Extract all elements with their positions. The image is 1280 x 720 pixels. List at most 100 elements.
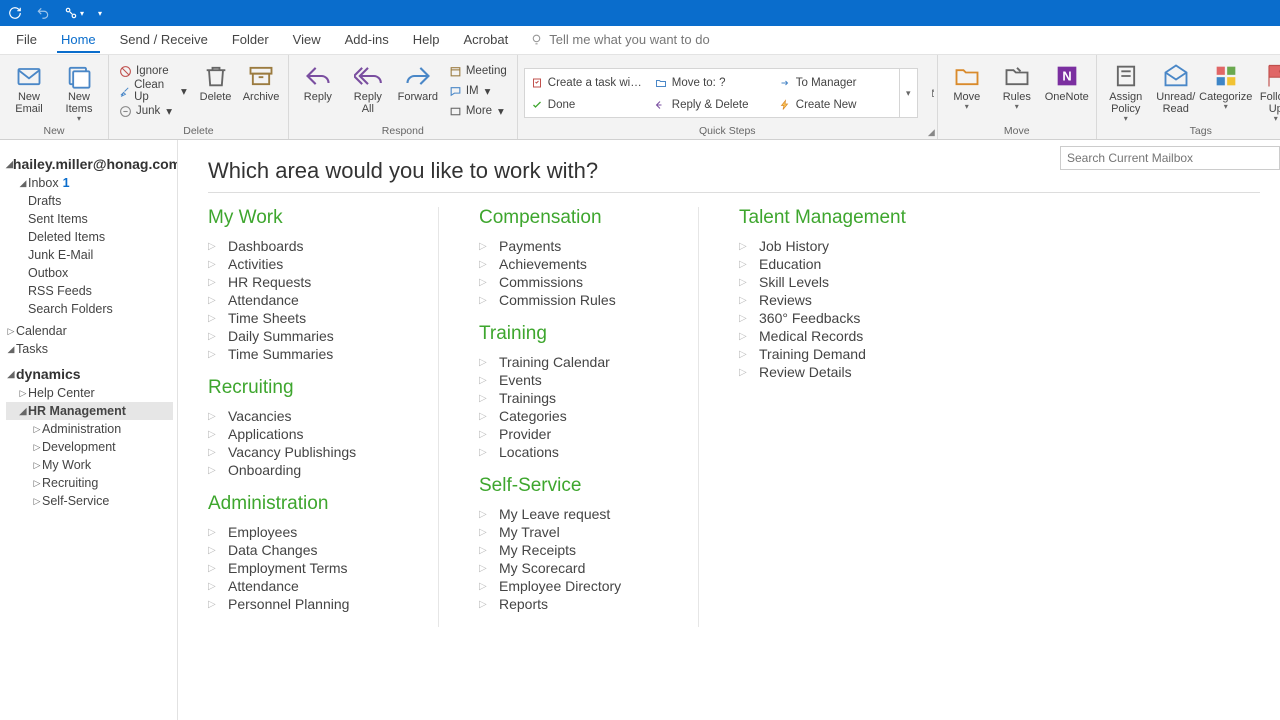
ignore-button[interactable]: Ignore — [115, 61, 191, 81]
quickstep-to-manager[interactable]: To Manager — [776, 76, 896, 90]
quickstep-move-to[interactable]: Move to: ? — [652, 76, 772, 90]
tab-addins[interactable]: Add-ins — [333, 27, 401, 53]
onenote-button[interactable]: N OneNote — [1044, 61, 1090, 103]
unread-read-button[interactable]: Unread/ Read — [1153, 61, 1199, 115]
list-item[interactable]: ▷My Scorecard — [479, 559, 668, 577]
folder-junk[interactable]: Junk E-Mail — [6, 246, 173, 264]
quickstep-reply-delete[interactable]: Reply & Delete — [652, 98, 772, 112]
quickstep-team-email[interactable]: Team Email — [928, 86, 934, 100]
forward-button[interactable]: Forward — [395, 61, 441, 103]
list-item[interactable]: ▷Activities — [208, 255, 408, 273]
list-item[interactable]: ▷Events — [479, 371, 668, 389]
quickstep-done[interactable]: Done — [528, 98, 648, 112]
assign-policy-button[interactable]: Assign Policy▾ — [1103, 61, 1149, 124]
meeting-button[interactable]: Meeting — [445, 61, 511, 81]
quicksteps-gallery[interactable]: Create a task wi… Move to: ? To Manager … — [524, 68, 918, 118]
list-item[interactable]: ▷Time Sheets — [208, 309, 408, 327]
folder-administration[interactable]: ▷Administration — [6, 420, 173, 438]
archive-button[interactable]: Archive — [240, 61, 282, 103]
list-item[interactable]: ▷Commission Rules — [479, 291, 668, 309]
list-item[interactable]: ▷My Travel — [479, 523, 668, 541]
list-item[interactable]: ▷Skill Levels — [739, 273, 1250, 291]
quickstep-create-task[interactable]: Create a task wi… — [528, 76, 648, 90]
quicksteps-launcher-icon[interactable]: ◢ — [928, 127, 935, 138]
categorize-button[interactable]: Categorize▾ — [1203, 61, 1249, 112]
list-item[interactable]: ▷Time Summaries — [208, 345, 408, 363]
list-item[interactable]: ▷Achievements — [479, 255, 668, 273]
list-item[interactable]: ▷Reviews — [739, 291, 1250, 309]
search-mailbox[interactable] — [1060, 146, 1280, 170]
list-item[interactable]: ▷Locations — [479, 443, 668, 461]
respond-more-button[interactable]: More▾ — [445, 101, 511, 121]
tab-send-receive[interactable]: Send / Receive — [108, 27, 220, 53]
list-item[interactable]: ▷Attendance — [208, 291, 408, 309]
list-item[interactable]: ▷HR Requests — [208, 273, 408, 291]
tab-home[interactable]: Home — [49, 27, 108, 53]
list-item[interactable]: ▷Onboarding — [208, 461, 408, 479]
new-items-button[interactable]: New Items▾ — [56, 61, 102, 124]
list-item[interactable]: ▷360° Feedbacks — [739, 309, 1250, 327]
dynamics-node[interactable]: ◢dynamics — [6, 364, 173, 384]
list-item[interactable]: ▷Payments — [479, 237, 668, 255]
account-node[interactable]: ◢hailey.miller@honag.com — [6, 154, 173, 174]
tab-acrobat[interactable]: Acrobat — [451, 27, 520, 53]
reply-all-button[interactable]: Reply All — [345, 61, 391, 115]
junk-button[interactable]: Junk▾ — [115, 101, 191, 121]
list-item[interactable]: ▷Employees — [208, 523, 408, 541]
list-item[interactable]: ▷Medical Records — [739, 327, 1250, 345]
folder-inbox[interactable]: ◢Inbox1 — [6, 174, 173, 192]
quickstep-create-new[interactable]: Create New — [776, 98, 896, 112]
reply-button[interactable]: Reply — [295, 61, 341, 103]
list-item[interactable]: ▷Categories — [479, 407, 668, 425]
folder-my-work[interactable]: ▷My Work — [6, 456, 173, 474]
cleanup-button[interactable]: Clean Up▾ — [115, 81, 191, 101]
list-item[interactable]: ▷Applications — [208, 425, 408, 443]
list-item[interactable]: ▷Personnel Planning — [208, 595, 408, 613]
folder-search-folders[interactable]: Search Folders — [6, 300, 173, 318]
list-item[interactable]: ▷Training Demand — [739, 345, 1250, 363]
quicksteps-expand-icon[interactable]: ▾ — [900, 68, 918, 118]
list-item[interactable]: ▷Review Details — [739, 363, 1250, 381]
delete-button[interactable]: Delete — [195, 61, 237, 103]
list-item[interactable]: ▷Employee Directory — [479, 577, 668, 595]
list-item[interactable]: ▷Vacancy Publishings — [208, 443, 408, 461]
tab-folder[interactable]: Folder — [220, 27, 281, 53]
sync-icon[interactable] — [8, 6, 22, 20]
list-item[interactable]: ▷Trainings — [479, 389, 668, 407]
list-item[interactable]: ▷Job History — [739, 237, 1250, 255]
tab-help[interactable]: Help — [401, 27, 452, 53]
folder-help-center[interactable]: ▷Help Center — [6, 384, 173, 402]
folder-self-service[interactable]: ▷Self-Service — [6, 492, 173, 510]
tab-file[interactable]: File — [4, 27, 49, 53]
list-item[interactable]: ▷My Leave request — [479, 505, 668, 523]
list-item[interactable]: ▷Daily Summaries — [208, 327, 408, 345]
new-email-button[interactable]: New Email — [6, 61, 52, 115]
folder-tasks[interactable]: ◢Tasks — [6, 340, 173, 358]
folder-drafts[interactable]: Drafts — [6, 192, 173, 210]
follow-up-button[interactable]: Follow Up▾ — [1253, 61, 1280, 124]
list-item[interactable]: ▷Attendance — [208, 577, 408, 595]
list-item[interactable]: ▷Training Calendar — [479, 353, 668, 371]
undo-icon[interactable] — [36, 6, 50, 20]
list-item[interactable]: ▷Provider — [479, 425, 668, 443]
list-item[interactable]: ▷Education — [739, 255, 1250, 273]
im-button[interactable]: IM▾ — [445, 81, 511, 101]
list-item[interactable]: ▷Employment Terms — [208, 559, 408, 577]
list-item[interactable]: ▷Vacancies — [208, 407, 408, 425]
list-item[interactable]: ▷My Receipts — [479, 541, 668, 559]
folder-development[interactable]: ▷Development — [6, 438, 173, 456]
touch-mode-icon[interactable]: ▾ — [64, 6, 84, 20]
search-input[interactable] — [1067, 151, 1273, 165]
folder-deleted[interactable]: Deleted Items — [6, 228, 173, 246]
folder-recruiting[interactable]: ▷Recruiting — [6, 474, 173, 492]
tab-view[interactable]: View — [281, 27, 333, 53]
move-button[interactable]: Move▾ — [944, 61, 990, 112]
folder-calendar[interactable]: ▷Calendar — [6, 322, 173, 340]
folder-rss[interactable]: RSS Feeds — [6, 282, 173, 300]
tell-me-search[interactable]: Tell me what you want to do — [530, 32, 709, 53]
qat-customize-icon[interactable]: ▾ — [98, 9, 102, 18]
folder-sent[interactable]: Sent Items — [6, 210, 173, 228]
folder-hr-management[interactable]: ◢HR Management — [6, 402, 173, 420]
list-item[interactable]: ▷Dashboards — [208, 237, 408, 255]
list-item[interactable]: ▷Commissions — [479, 273, 668, 291]
